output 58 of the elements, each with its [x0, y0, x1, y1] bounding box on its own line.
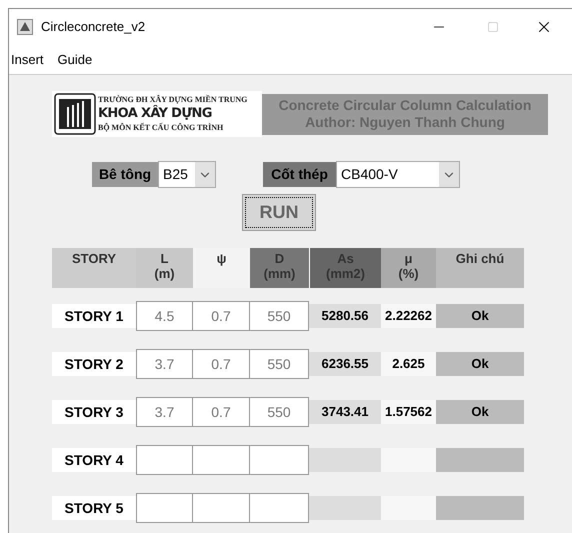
input-field[interactable]: 550: [250, 349, 309, 379]
dropdown-value: B25: [162, 165, 189, 184]
app-icon: [17, 19, 33, 35]
as-value: 3743.41: [322, 403, 368, 422]
header-title: L: [160, 251, 168, 266]
as-value: 6236.55: [322, 355, 368, 374]
story-label: STORY 3: [52, 400, 136, 424]
story-label: STORY 4: [52, 448, 136, 472]
input-field[interactable]: 3.7: [136, 349, 193, 379]
header-unit: (m): [154, 266, 175, 281]
menu-item[interactable]: Insert: [11, 50, 44, 70]
story-label: STORY 5: [52, 496, 136, 520]
as-cell: [309, 448, 381, 472]
input-field[interactable]: 550: [250, 301, 309, 331]
note-value: Ok: [471, 307, 489, 326]
menu-item[interactable]: Guide: [58, 50, 92, 70]
as-cell: [309, 496, 381, 520]
header-unit: (%): [398, 266, 419, 281]
dropdown-value: CB400-V: [340, 165, 399, 184]
dropdown[interactable]: B25: [158, 161, 216, 188]
window-title: Circleconcrete_v2: [41, 18, 146, 36]
input-field[interactable]: [250, 445, 309, 475]
logo-text: KHOA XÂY DỰNG: [98, 107, 213, 121]
run-button[interactable]: RUN: [242, 194, 316, 231]
note-value: Ok: [471, 355, 489, 374]
input-field[interactable]: 0.7: [193, 397, 250, 427]
input-field[interactable]: 0.7: [193, 301, 250, 331]
mu-cell: [381, 448, 436, 472]
header-title: μ: [404, 251, 412, 266]
input-field[interactable]: [250, 493, 309, 523]
input-field[interactable]: [193, 493, 250, 523]
logo-text: BỘ MÔN KẾT CẤU CÔNG TRÌNH: [98, 122, 224, 134]
note-value: Ok: [471, 403, 489, 422]
chevron-down-icon: [195, 162, 215, 187]
input-field[interactable]: [136, 445, 193, 475]
steel-label: Cốt thép: [263, 162, 336, 187]
input-field[interactable]: 4.5: [136, 301, 193, 331]
logo-text: TRƯỜNG ĐH XÂY DỰNG MIỀN TRUNG: [98, 94, 248, 105]
story-label: STORY 2: [52, 352, 136, 376]
concrete-label: Bê tông: [92, 162, 158, 187]
mu-value: 1.57562: [385, 403, 432, 422]
mu-value: 2.625: [392, 355, 425, 374]
header-title: STORY: [72, 251, 116, 266]
input-field[interactable]: 0.7: [193, 349, 250, 379]
story-label: STORY 1: [52, 304, 136, 328]
input-field[interactable]: [193, 445, 250, 475]
header-title: D: [274, 251, 284, 266]
mu-value: 2.22262: [385, 307, 432, 326]
chevron-down-icon: [439, 162, 459, 187]
dropdown[interactable]: CB400-V: [336, 161, 460, 188]
input-field[interactable]: [136, 493, 193, 523]
mu-cell: [381, 496, 436, 520]
header-title: ψ: [216, 251, 226, 266]
as-value: 5280.56: [322, 307, 368, 326]
input-field[interactable]: 550: [250, 397, 309, 427]
input-field[interactable]: 3.7: [136, 397, 193, 427]
header-unit: (mm): [264, 266, 296, 281]
header-title: Ghi chú: [456, 251, 504, 266]
